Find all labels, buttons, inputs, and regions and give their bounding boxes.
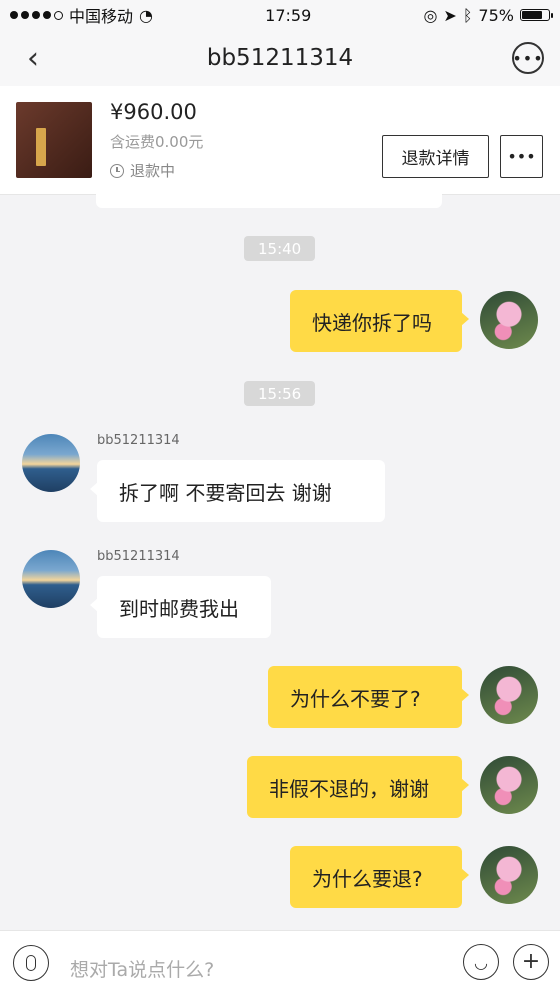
message-bubble-out[interactable]: 非假不退的，谢谢 — [247, 756, 469, 818]
sender-name: bb51211314 — [97, 549, 180, 564]
nav-bar: ‹ bb51211314 ••• — [0, 30, 560, 86]
product-thumbnail[interactable] — [16, 102, 92, 178]
message-input[interactable]: 想对Ta说点什么? — [70, 955, 214, 982]
bluetooth-icon: ᛒ — [462, 5, 473, 25]
carrier-name: 中国移动 — [69, 7, 134, 26]
plus-icon[interactable]: + — [513, 944, 549, 980]
my-avatar[interactable] — [480, 846, 538, 904]
more-dots-icon[interactable]: ••• — [512, 42, 544, 74]
message-bubble-out[interactable]: 快递你拆了吗 — [290, 290, 469, 352]
emoji-icon[interactable]: ◡ — [463, 944, 499, 980]
wifi-icon: ◔ — [139, 5, 153, 25]
product-price: ¥960.00 — [110, 100, 197, 124]
message-bubble-out[interactable]: 为什么不要了? — [268, 666, 469, 728]
contact-avatar[interactable] — [22, 550, 80, 608]
partial-message-bubble — [96, 194, 442, 208]
battery-icon — [519, 9, 553, 21]
message-bubble-in[interactable]: 到时邮费我出 — [90, 576, 271, 638]
lock-rotation-icon: ◎ — [423, 5, 438, 25]
location-icon: ➤ — [443, 5, 457, 25]
microphone-icon[interactable] — [13, 945, 49, 981]
timestamp-chip: 15:56 — [244, 381, 316, 406]
battery-percent: 75% — [478, 5, 514, 25]
refund-details-button[interactable]: 退款详情 — [382, 135, 489, 178]
message-bubble-out[interactable]: 为什么要退? — [290, 846, 469, 908]
my-avatar[interactable] — [480, 291, 538, 349]
my-avatar[interactable] — [480, 756, 538, 814]
message-bubble-in[interactable]: 拆了啊 不要寄回去 谢谢 — [90, 460, 385, 522]
clock-icon — [110, 163, 124, 178]
status-bar: 中国移动 ◔ 17:59 ◎ ➤ ᛒ 75% — [0, 0, 560, 30]
refund-status: 退款中 — [110, 160, 175, 181]
status-time: 17:59 — [265, 5, 312, 25]
signal-icon — [10, 10, 63, 20]
order-more-button[interactable]: ••• — [500, 135, 543, 178]
product-shipping: 含运费0.00元 — [110, 133, 204, 151]
timestamp-chip: 15:40 — [244, 236, 316, 261]
refund-status-text: 退款中 — [130, 162, 176, 180]
back-chevron-icon[interactable]: ‹ — [18, 40, 48, 76]
contact-avatar[interactable] — [22, 434, 80, 492]
chat-title: bb51211314 — [206, 45, 354, 71]
sender-name: bb51211314 — [97, 433, 180, 448]
my-avatar[interactable] — [480, 666, 538, 724]
